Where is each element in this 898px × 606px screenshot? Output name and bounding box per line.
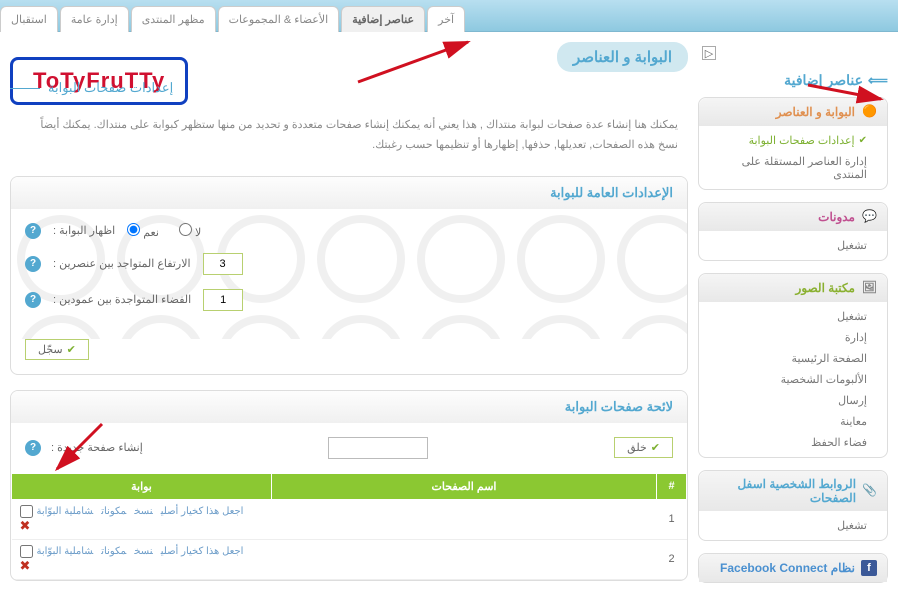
sidebar-item-links-enable[interactable]: تشغيل bbox=[699, 515, 887, 536]
col-name: اسم الصفحات bbox=[272, 473, 657, 499]
check-icon: ✔ bbox=[859, 135, 867, 146]
check-icon: ✔ bbox=[67, 343, 76, 356]
height-label: الارتفاع المتواجد بين عنصرين : bbox=[53, 257, 191, 270]
help-icon[interactable]: ? bbox=[25, 223, 41, 239]
delete-icon[interactable]: ✖ bbox=[20, 558, 31, 573]
tab-members-groups[interactable]: الأعضاء & المجموعات bbox=[218, 6, 340, 32]
create-label: إنشاء صفحة جديدة : bbox=[51, 441, 143, 454]
sidebox-head: 🟠 البوابة و العناصر bbox=[699, 98, 887, 126]
top-navigation-bar: استقبال إدارة عامة مظهر المنتدى الأعضاء … bbox=[0, 0, 898, 32]
radio-no-label[interactable]: لا bbox=[179, 223, 201, 239]
sidebar-item-gallery[interactable]: تشغيل bbox=[699, 306, 887, 327]
col-portal: بوابة bbox=[12, 473, 272, 499]
col-num: # bbox=[657, 473, 687, 499]
action-link[interactable]: اجعل هذا كخيار أصلي bbox=[161, 546, 244, 557]
sidebar-item-gallery[interactable]: فضاء الحفظ bbox=[699, 432, 887, 453]
collapse-icon[interactable]: ▷ bbox=[702, 46, 716, 60]
section-title: لائحة صفحات البوابة bbox=[11, 391, 687, 423]
radio-yes-label[interactable]: نعم bbox=[127, 223, 159, 239]
show-portal-label: اظهار البوابة : bbox=[53, 224, 115, 237]
sidebox-head: 📎 الروابط الشخصية اسفل الصفحات bbox=[699, 471, 887, 511]
general-settings-section: الإعدادات العامة للبوابة لا نعم اظهار ال… bbox=[10, 176, 688, 375]
row-checkbox[interactable] bbox=[20, 545, 33, 558]
sidebox-blogs: 💬 مدونات تشغيل bbox=[698, 202, 888, 261]
action-link[interactable]: مكونات bbox=[101, 546, 126, 557]
page-description: يمكنك هنا إنشاء عدة صفحات لبوابة منتداك … bbox=[10, 116, 688, 156]
portal-pages-section: لائحة صفحات البوابة ✔خلق إنشاء صفحة جديد… bbox=[10, 390, 688, 581]
blog-icon: 💬 bbox=[861, 209, 877, 225]
facebook-icon: f bbox=[861, 560, 877, 576]
sidebox-gallery: 🖼 مكتبة الصور تشغيلإدارةالصفحة الرئيسيةا… bbox=[698, 273, 888, 458]
sidebox-head: 💬 مدونات bbox=[699, 203, 887, 231]
row-checkbox[interactable] bbox=[20, 505, 33, 518]
row-actions: اجعل هذا كخيار أصلي نسخ مكونات شاملية البوّ… bbox=[12, 539, 272, 579]
sidebar-item-blog-enable[interactable]: تشغيل bbox=[699, 235, 887, 256]
sidebox-personal-links: 📎 الروابط الشخصية اسفل الصفحات تشغيل bbox=[698, 470, 888, 541]
page-subtitle: إعدادات صفحات البوابة bbox=[10, 80, 688, 96]
sidebar-item-portal-settings[interactable]: ✔إعدادات صفحات البوابة bbox=[699, 130, 887, 151]
action-link[interactable]: اجعل هذا كخيار أصلي bbox=[161, 506, 244, 517]
save-button[interactable]: ✔سجّل bbox=[25, 339, 89, 360]
portal-icon: 🟠 bbox=[861, 104, 877, 120]
create-button[interactable]: ✔خلق bbox=[614, 437, 673, 458]
space-label: الفضاء المتواجدة بين عمودين : bbox=[53, 293, 191, 306]
sidebar-item-gallery[interactable]: الألبومات الشخصية bbox=[699, 369, 887, 390]
tab-list: استقبال إدارة عامة مظهر المنتدى الأعضاء … bbox=[0, 0, 898, 32]
action-link[interactable]: شاملية البوّابة bbox=[37, 546, 94, 557]
sidebar: ▷ ⟸ عناصر إضافية 🟠 البوابة و العناصر ✔إع… bbox=[698, 42, 888, 596]
help-icon[interactable]: ? bbox=[25, 292, 41, 308]
radio-yes[interactable] bbox=[127, 223, 140, 236]
row-actions: اجعل هذا كخيار أصلي نسخ مكونات شاملية البوّ… bbox=[12, 499, 272, 539]
sidebar-title: ⟸ عناصر إضافية bbox=[698, 64, 888, 97]
arrow-left-icon: ⟸ bbox=[868, 72, 888, 89]
check-icon: ✔ bbox=[651, 441, 660, 454]
table-row: 1 اجعل هذا كخيار أصلي نسخ مكونات شاملية البو… bbox=[12, 499, 687, 539]
sidebox-head: f نظام Facebook Connect bbox=[699, 554, 887, 582]
help-icon[interactable]: ? bbox=[25, 440, 41, 456]
tab-other[interactable]: آخر bbox=[427, 6, 465, 32]
action-link[interactable]: نسخ bbox=[134, 506, 152, 517]
radio-no[interactable] bbox=[179, 223, 192, 236]
sidebar-item-gallery[interactable]: معاينة bbox=[699, 411, 887, 432]
delete-icon[interactable]: ✖ bbox=[20, 518, 31, 533]
sidebox-facebook: f نظام Facebook Connect bbox=[698, 553, 888, 583]
sidebar-item-gallery[interactable]: الصفحة الرئيسية bbox=[699, 348, 887, 369]
sidebox-head: 🖼 مكتبة الصور bbox=[699, 274, 887, 302]
row-num: 1 bbox=[657, 499, 687, 539]
new-page-name-input[interactable] bbox=[328, 437, 428, 459]
gallery-icon: 🖼 bbox=[861, 280, 877, 296]
height-input[interactable] bbox=[203, 253, 243, 275]
page-title: البوابة و العناصر bbox=[557, 42, 688, 72]
sidebar-item-gallery[interactable]: إرسال bbox=[699, 390, 887, 411]
table-row: 2 اجعل هذا كخيار أصلي نسخ مكونات شاملية البو… bbox=[12, 539, 687, 579]
tab-reception[interactable]: استقبال bbox=[0, 6, 58, 32]
sidebar-item-gallery[interactable]: إدارة bbox=[699, 327, 887, 348]
action-link[interactable]: مكونات bbox=[101, 506, 126, 517]
space-input[interactable] bbox=[203, 289, 243, 311]
row-name bbox=[272, 539, 657, 579]
row-num: 2 bbox=[657, 539, 687, 579]
subtitle-line-icon bbox=[10, 88, 40, 89]
main-content: ToTyFruTTy البوابة و العناصر إعدادات صفح… bbox=[10, 42, 688, 596]
action-link[interactable]: شاملية البوّابة bbox=[37, 506, 94, 517]
links-icon: 📎 bbox=[862, 483, 877, 499]
action-link[interactable]: نسخ bbox=[134, 546, 152, 557]
pages-table: # اسم الصفحات بوابة 1 اجعل هذا كخيار أصلي… bbox=[11, 473, 687, 580]
section-title: الإعدادات العامة للبوابة bbox=[11, 177, 687, 209]
tab-extra-elements[interactable]: عناصر إضافية bbox=[341, 6, 425, 32]
tab-general-admin[interactable]: إدارة عامة bbox=[60, 6, 129, 32]
sidebox-portal: 🟠 البوابة و العناصر ✔إعدادات صفحات البوا… bbox=[698, 97, 888, 190]
sidebar-item-manage-elements[interactable]: إدارة العناصر المستقلة على المنتدى bbox=[699, 151, 887, 185]
help-icon[interactable]: ? bbox=[25, 256, 41, 272]
tab-forum-appearance[interactable]: مظهر المنتدى bbox=[131, 6, 216, 32]
row-name bbox=[272, 499, 657, 539]
